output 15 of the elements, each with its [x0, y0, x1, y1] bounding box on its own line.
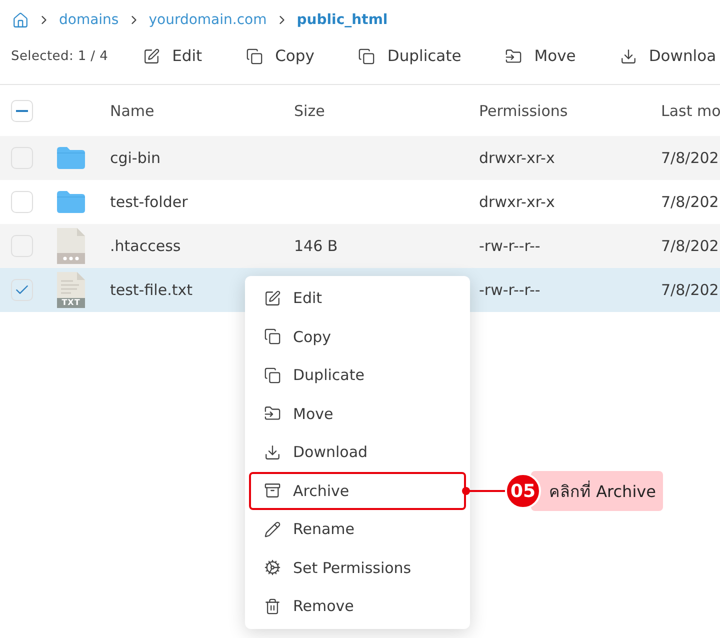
file-name: cgi-bin [110, 149, 161, 167]
file-name: test-file.txt [110, 281, 192, 299]
permissions-text: -rw-r--r-- [479, 237, 540, 255]
file-size: 146 B [294, 237, 338, 255]
permissions-text: -rw-r--r-- [479, 281, 540, 299]
date-text: 7/8/202 [661, 193, 719, 211]
permissions-text: drwxr-xr-x [479, 149, 555, 167]
file-name: .htaccess [110, 237, 181, 255]
text-file-icon: TXT [57, 272, 85, 308]
selection-count: Selected: 1 / 4 [11, 48, 108, 64]
date-text: 7/8/202 [661, 281, 719, 299]
date-text: 7/8/202 [661, 149, 719, 167]
permissions-text: drwxr-xr-x [479, 193, 555, 211]
date-text: 7/8/202 [661, 237, 719, 255]
file-name: test-folder [110, 193, 188, 211]
